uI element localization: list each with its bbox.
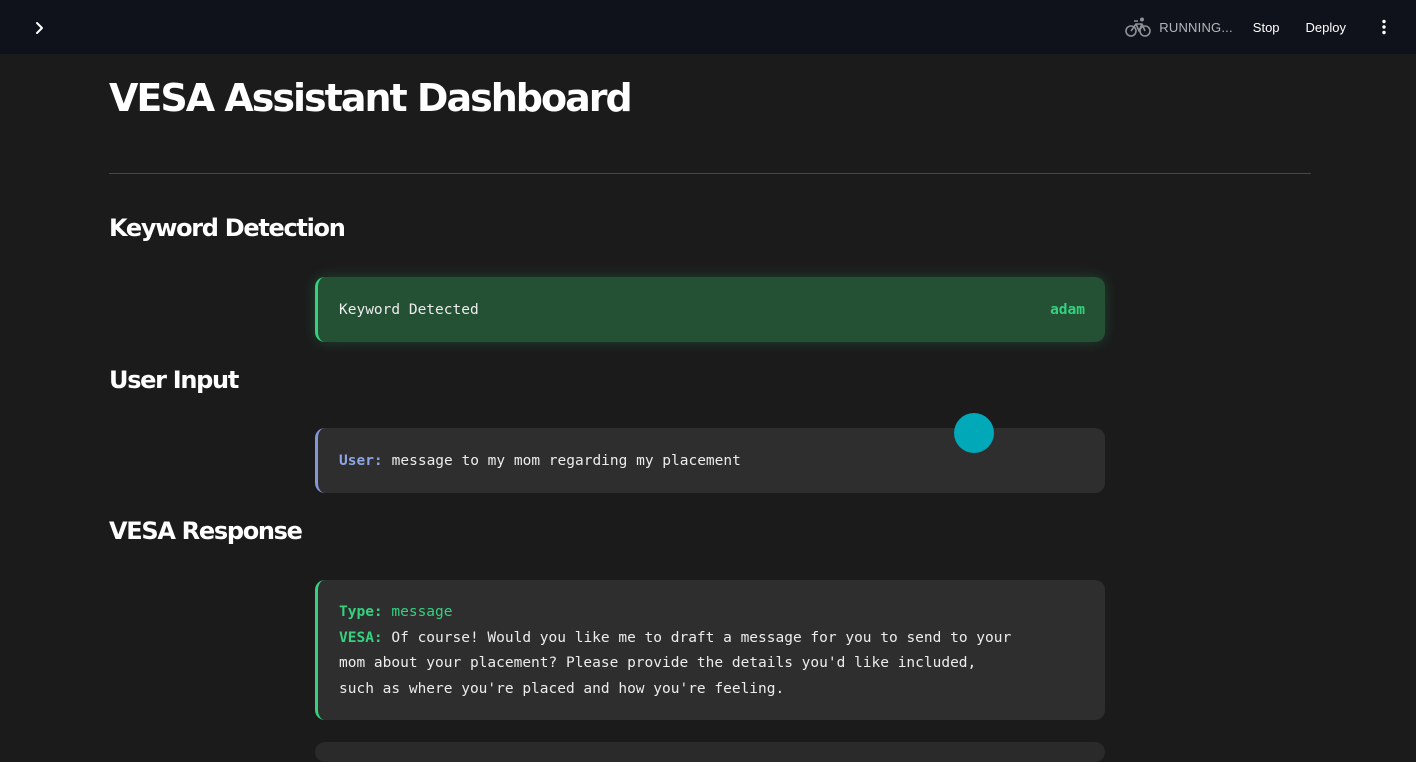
response-type-label: Type: (339, 604, 383, 620)
response-section-title: VESA Response (109, 517, 303, 545)
response-text-line-3: such as where you're placed and how you'… (339, 680, 785, 697)
keyword-section-title: Keyword Detection (109, 214, 346, 242)
user-input-section-title: User Input (109, 366, 239, 394)
response-type-value: message (391, 604, 453, 620)
keyword-value: adam (1050, 301, 1085, 318)
cursor-indicator (954, 413, 994, 453)
bicycle-icon (1125, 17, 1152, 37)
response-type-line: Type: message (339, 600, 1085, 626)
running-status-text: RUNNING... (1159, 19, 1233, 35)
page-title: VESA Assistant Dashboard (109, 76, 633, 120)
user-message: message to my mom regarding my placement (391, 452, 741, 469)
running-status: RUNNING... (1125, 16, 1233, 38)
deploy-button[interactable]: Deploy (1306, 20, 1346, 35)
main-menu-button[interactable] (1372, 15, 1396, 39)
user-label: User: (339, 452, 383, 469)
response-vesa-label: VESA: (339, 629, 383, 646)
keyword-label: Keyword Detected (339, 301, 479, 318)
response-text-1: Of course! Would you like me to draft a … (391, 629, 1012, 646)
vertical-dots-icon (1382, 19, 1386, 35)
stop-button[interactable]: Stop (1253, 20, 1280, 35)
response-text-line-1: VESA: Of course! Would you like me to dr… (339, 626, 1085, 652)
top-toolbar: RUNNING... Stop Deploy (0, 0, 1416, 54)
next-card-partial (315, 742, 1105, 762)
response-card: Type: message VESA: Of course! Would you… (315, 580, 1105, 720)
keyword-card: Keyword Detected adam (315, 277, 1105, 342)
divider (109, 173, 1311, 174)
chevron-right-icon (36, 22, 43, 34)
expand-sidebar-button[interactable] (30, 18, 50, 38)
response-text-line-2: mom about your placement? Please provide… (339, 655, 977, 671)
